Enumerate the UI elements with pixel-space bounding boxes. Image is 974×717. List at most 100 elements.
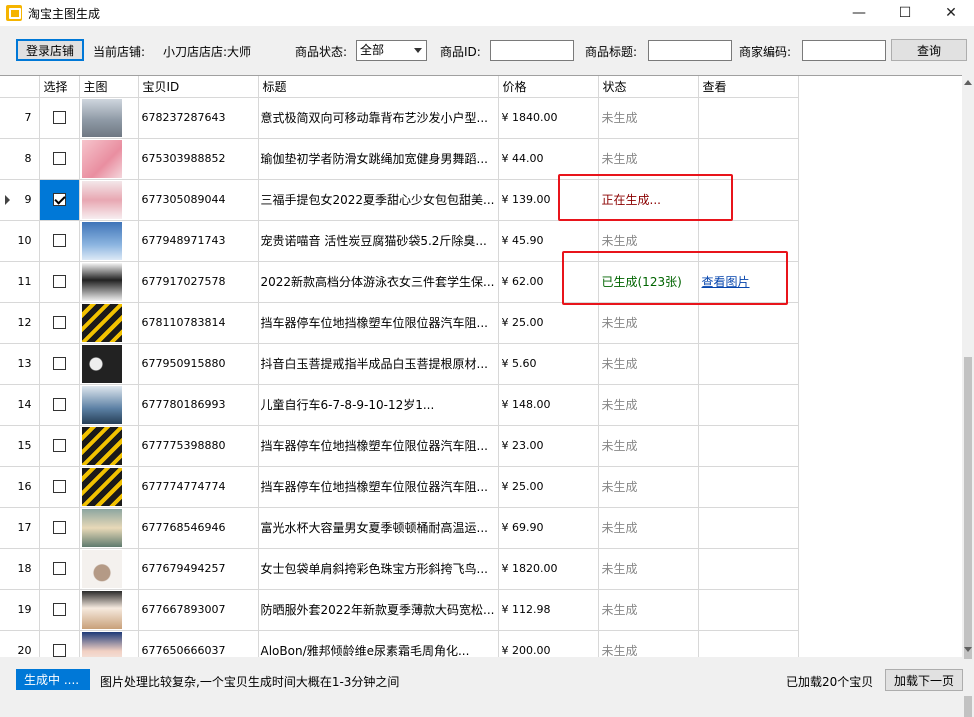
view-cell xyxy=(698,384,799,426)
column-header-view[interactable]: 查看 xyxy=(698,76,799,98)
row-checkbox[interactable] xyxy=(52,357,66,371)
row-checkbox[interactable] xyxy=(52,603,66,617)
title-bar: 淘宝主图生成 — ☐ ✕ xyxy=(0,0,974,26)
table-row[interactable]: 8 675303988852 瑜伽垫初学者防滑女跳绳加宽健身男舞蹈... ¥ 44.0… xyxy=(0,138,799,180)
row-number[interactable]: 11 xyxy=(0,261,40,303)
table-row[interactable]: 19 677667893007 防晒服外套2022年新款夏季薄款大码宽松... ¥ 1… xyxy=(0,589,799,631)
row-number[interactable]: 9 xyxy=(0,179,40,221)
select-cell[interactable] xyxy=(39,138,80,180)
status-filter-select[interactable]: 全部 xyxy=(356,40,427,61)
table-row[interactable]: 12 678110783814 挡车器停车位地挡橡塑车位限位器汽车阻... ¥ 25.… xyxy=(0,302,799,344)
product-id-input[interactable] xyxy=(490,40,574,61)
login-store-button[interactable]: 登录店铺 xyxy=(16,39,84,61)
row-checkbox[interactable] xyxy=(52,480,66,494)
row-checkbox[interactable] xyxy=(52,562,66,576)
merchant-code-label: 商家编码: xyxy=(739,45,792,59)
product-price: ¥ 112.98 xyxy=(498,589,599,631)
select-cell[interactable] xyxy=(39,384,80,426)
current-row-icon xyxy=(5,194,10,205)
row-checkbox[interactable] xyxy=(52,275,66,289)
product-id: 677774774774 xyxy=(138,466,259,508)
maximize-icon[interactable]: ☐ xyxy=(882,0,928,26)
table-row[interactable]: 14 677780186993 儿童自行车6-7-8-9-10-12岁1... ¥ 1… xyxy=(0,384,799,426)
table-row[interactable]: 7 678237287643 意式极简双向可移动靠背布艺沙发小户型... ¥ 1840… xyxy=(0,97,799,139)
row-number[interactable]: 7 xyxy=(0,97,40,139)
select-cell[interactable] xyxy=(39,343,80,385)
product-thumbnail xyxy=(81,385,122,424)
column-header-status[interactable]: 状态 xyxy=(598,76,699,98)
column-header-id[interactable]: 宝贝ID xyxy=(138,76,259,98)
select-cell[interactable] xyxy=(39,97,80,139)
row-number[interactable]: 20 xyxy=(0,630,40,657)
scroll-up-icon[interactable] xyxy=(964,80,972,85)
load-next-page-button[interactable]: 加载下一页 xyxy=(885,669,963,691)
select-cell[interactable] xyxy=(39,302,80,344)
highlight-box-generating xyxy=(558,174,733,221)
row-number[interactable]: 19 xyxy=(0,589,40,631)
product-id: 678110783814 xyxy=(138,302,259,344)
column-header-image[interactable]: 主图 xyxy=(79,76,139,98)
row-checkbox[interactable] xyxy=(52,193,66,207)
select-cell[interactable] xyxy=(39,425,80,467)
row-checkbox[interactable] xyxy=(52,152,66,166)
vertical-scrollbar[interactable] xyxy=(962,75,974,717)
merchant-code-input[interactable] xyxy=(802,40,886,61)
table-row[interactable]: 18 677679494257 女士包袋单肩斜挎彩色珠宝方形斜挎飞鸟... ¥ 182… xyxy=(0,548,799,590)
select-cell[interactable] xyxy=(39,261,80,303)
product-price: ¥ 1840.00 xyxy=(498,97,599,139)
row-checkbox[interactable] xyxy=(52,644,66,657)
row-number[interactable]: 18 xyxy=(0,548,40,590)
row-number[interactable]: 8 xyxy=(0,138,40,180)
table-row[interactable]: 15 677775398880 挡车器停车位地挡橡塑车位限位器汽车阻... ¥ 23.… xyxy=(0,425,799,467)
product-grid: 选择 主图 宝贝ID 标题 价格 状态 查看 7 678237287643 意式极简… xyxy=(0,75,962,657)
product-title-input[interactable] xyxy=(648,40,732,61)
table-row[interactable]: 16 677774774774 挡车器停车位地挡橡塑车位限位器汽车阻... ¥ 25.… xyxy=(0,466,799,508)
select-cell[interactable] xyxy=(39,589,80,631)
select-cell[interactable] xyxy=(39,179,80,221)
row-checkbox[interactable] xyxy=(52,398,66,412)
product-id: 677780186993 xyxy=(138,384,259,426)
row-number-text: 11 xyxy=(17,275,32,288)
current-store-value: 小刀店店店:大师 xyxy=(163,45,252,59)
row-number[interactable]: 14 xyxy=(0,384,40,426)
generation-status: 未生成 xyxy=(598,466,699,508)
query-button[interactable]: 查询 xyxy=(891,39,967,61)
row-number[interactable]: 10 xyxy=(0,220,40,262)
row-number[interactable]: 12 xyxy=(0,302,40,344)
generating-indicator[interactable]: 生成中 .... xyxy=(16,669,90,690)
column-header-select[interactable]: 选择 xyxy=(39,76,80,98)
product-id-label: 商品ID: xyxy=(440,45,481,59)
product-id: 677305089044 xyxy=(138,179,259,221)
table-row[interactable]: 20 677650666037 AloBon/雅邦倾龄维e尿素霜毛周角化... ¥ 2… xyxy=(0,630,799,657)
row-number[interactable]: 16 xyxy=(0,466,40,508)
row-checkbox[interactable] xyxy=(52,234,66,248)
row-number-text: 12 xyxy=(17,316,32,329)
select-cell[interactable] xyxy=(39,220,80,262)
product-thumbnail xyxy=(81,467,122,506)
minimize-icon[interactable]: — xyxy=(836,0,882,26)
row-number[interactable]: 17 xyxy=(0,507,40,549)
row-number[interactable]: 13 xyxy=(0,343,40,385)
main-image-cell xyxy=(79,589,139,631)
select-cell[interactable] xyxy=(39,630,80,657)
row-checkbox[interactable] xyxy=(52,521,66,535)
select-cell[interactable] xyxy=(39,507,80,549)
select-cell[interactable] xyxy=(39,548,80,590)
main-image-cell xyxy=(79,97,139,139)
main-image-cell xyxy=(79,384,139,426)
scroll-down-icon[interactable] xyxy=(964,647,972,652)
table-row[interactable]: 13 677950915880 抖音白玉菩提戒指半成品白玉菩提根原材... ¥ 5.6… xyxy=(0,343,799,385)
table-row[interactable]: 17 677768546946 富光水杯大容量男女夏季顿顿桶耐高温运... ¥ 69.… xyxy=(0,507,799,549)
close-icon[interactable]: ✕ xyxy=(928,0,974,26)
row-checkbox[interactable] xyxy=(52,439,66,453)
generation-status: 未生成 xyxy=(598,302,699,344)
row-number[interactable]: 15 xyxy=(0,425,40,467)
product-price: ¥ 23.00 xyxy=(498,425,599,467)
row-number-text: 13 xyxy=(17,357,32,370)
row-checkbox[interactable] xyxy=(52,316,66,330)
column-header-title[interactable]: 标题 xyxy=(258,76,499,98)
product-title: 三福手提包女2022夏季甜心少女包包甜美... xyxy=(258,179,499,221)
row-checkbox[interactable] xyxy=(52,111,66,125)
column-header-price[interactable]: 价格 xyxy=(498,76,599,98)
select-cell[interactable] xyxy=(39,466,80,508)
